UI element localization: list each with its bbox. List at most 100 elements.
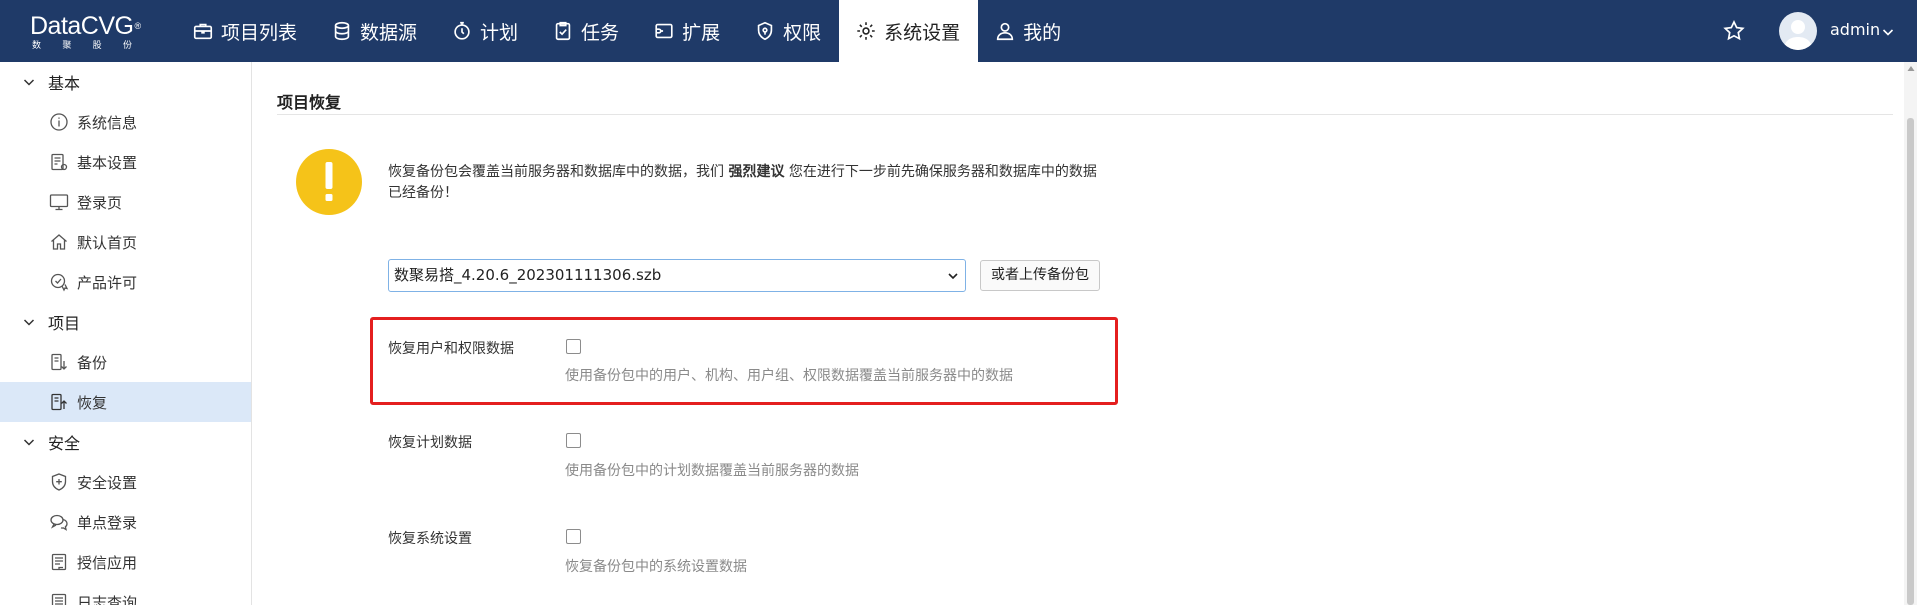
sidebar-item-label: 系统信息	[77, 113, 138, 132]
nav-item-system-settings[interactable]: 系统设置	[839, 0, 979, 62]
restore-schedule-desc: 使用备份包中的计划数据覆盖当前服务器的数据	[565, 463, 859, 479]
nav-item-projects[interactable]: 项目列表	[176, 0, 315, 62]
restore-icon	[51, 393, 67, 411]
nav-item-datasource[interactable]: 数据源	[315, 0, 435, 62]
logo-subtitle: 数聚股份	[32, 41, 132, 51]
title-divider	[277, 114, 1893, 115]
briefcase-icon	[193, 23, 213, 40]
highlight-box	[370, 317, 1118, 405]
backup-package-select[interactable]: 数聚易搭_4.20.6_202301111306.szb	[388, 259, 966, 292]
document-list-icon	[51, 553, 67, 571]
chevron-down-icon[interactable]	[1881, 25, 1895, 39]
top-navigation-bar: DataCVG® 数聚股份 项目列表 数据源 计划 任务 扩展 权限 系统设置 …	[0, 0, 1917, 62]
sidebar-item-sso[interactable]: 单点登录	[0, 502, 251, 542]
sidebar-item-default-home[interactable]: 默认首页	[0, 222, 251, 262]
backup-icon	[51, 353, 67, 371]
warning-emphasis: 强烈建议	[728, 164, 785, 180]
nav-label: 权限	[783, 21, 822, 44]
restore-schedule-label: 恢复计划数据	[388, 435, 472, 451]
restore-users-permissions-checkbox[interactable]	[566, 339, 581, 354]
sidebar-section-basic[interactable]: 基本	[0, 62, 251, 102]
logo-text: DataCVG®	[30, 12, 141, 40]
nav-label: 项目列表	[221, 21, 298, 44]
sidebar-item-security-settings[interactable]: 安全设置	[0, 462, 251, 502]
clipboard-check-icon	[555, 21, 571, 41]
stopwatch-icon	[454, 21, 470, 40]
restore-system-settings-checkbox[interactable]	[566, 529, 581, 544]
sidebar-item-product-license[interactable]: 产品许可	[0, 262, 251, 302]
restore-system-settings-label: 恢复系统设置	[388, 531, 472, 547]
chat-bubbles-icon	[50, 514, 68, 531]
sidebar-item-system-info[interactable]: 系统信息	[0, 102, 251, 142]
star-icon[interactable]	[1722, 19, 1746, 43]
vertical-scrollbar[interactable]	[1904, 62, 1917, 605]
scroll-up-arrow-icon[interactable]	[1907, 65, 1915, 73]
sidebar-item-backup[interactable]: 备份	[0, 342, 251, 382]
nav-label: 我的	[1023, 21, 1062, 44]
sidebar-section-label: 基本	[48, 74, 81, 93]
sidebar-item-label: 基本设置	[77, 153, 138, 172]
sidebar-item-restore[interactable]: 恢复	[0, 382, 251, 422]
sidebar-item-log-query[interactable]: 日志查询	[0, 582, 251, 605]
nav-label: 系统设置	[884, 21, 961, 44]
page-title: 项目恢复	[277, 93, 342, 112]
settings-sheet-icon	[51, 153, 68, 171]
database-icon	[334, 21, 350, 41]
chevron-down-icon	[23, 439, 35, 446]
sidebar-section-security[interactable]: 安全	[0, 422, 251, 462]
nav-item-tasks[interactable]: 任务	[536, 0, 637, 62]
sidebar-item-login-page[interactable]: 登录页	[0, 182, 251, 222]
sidebar-item-label: 安全设置	[77, 473, 138, 492]
nav-item-permission[interactable]: 权限	[738, 0, 839, 62]
user-icon	[996, 22, 1014, 41]
avatar[interactable]	[1779, 12, 1817, 50]
chevron-down-icon	[23, 319, 35, 326]
sidebar-item-label: 默认首页	[77, 233, 138, 252]
extension-icon	[655, 23, 673, 39]
datacvg-logo[interactable]: DataCVG® 数聚股份	[30, 13, 146, 53]
info-circle-icon	[50, 113, 68, 131]
gear-icon	[857, 22, 875, 40]
chevron-down-icon	[23, 79, 35, 86]
user-avatar-icon	[1784, 20, 1812, 50]
sidebar-section-label: 项目	[48, 314, 81, 333]
sidebar-section-label: 安全	[48, 434, 81, 453]
sidebar-item-label: 授信应用	[77, 553, 138, 572]
chevron-down-icon	[948, 273, 958, 280]
license-icon	[50, 273, 69, 292]
warning-exclamation-icon	[296, 149, 362, 215]
nav-label: 数据源	[360, 21, 418, 44]
sidebar-section-project[interactable]: 项目	[0, 302, 251, 342]
sidebar: 基本 系统信息 基本设置 登录页 默认首页 产品许可 项目 备份 恢复 安全 安…	[0, 62, 252, 605]
nav-label: 任务	[581, 21, 620, 44]
nav-item-schedule[interactable]: 计划	[435, 0, 536, 62]
sidebar-item-trusted-apps[interactable]: 授信应用	[0, 542, 251, 582]
main-content: 项目恢复 恢复备份包会覆盖当前服务器和数据库中的数据，我们 强烈建议 您在进行下…	[253, 62, 1917, 605]
sidebar-item-label: 产品许可	[77, 273, 138, 292]
sidebar-item-label: 日志查询	[77, 593, 138, 605]
nav-label: 计划	[480, 21, 519, 44]
log-icon	[51, 593, 67, 605]
sidebar-item-basic-settings[interactable]: 基本设置	[0, 142, 251, 182]
sidebar-item-label: 备份	[77, 353, 108, 372]
nav-label: 扩展	[682, 21, 721, 44]
sidebar-item-label: 恢复	[77, 393, 108, 412]
restore-users-permissions-desc: 使用备份包中的用户、机构、用户组、权限数据覆盖当前服务器中的数据	[565, 368, 1013, 384]
monitor-icon	[49, 194, 69, 211]
home-icon	[51, 234, 67, 250]
scrollbar-thumb[interactable]	[1907, 118, 1914, 605]
restore-users-permissions-label: 恢复用户和权限数据	[388, 341, 514, 357]
shield-icon	[757, 21, 773, 41]
restore-schedule-checkbox[interactable]	[566, 433, 581, 448]
username[interactable]: admin	[1830, 20, 1880, 39]
shield-plus-icon	[51, 473, 67, 491]
sidebar-item-label: 单点登录	[77, 513, 138, 532]
nav-item-extension[interactable]: 扩展	[637, 0, 738, 62]
upload-backup-button[interactable]: 或者上传备份包	[980, 260, 1100, 291]
main-nav: 项目列表 数据源 计划 任务 扩展 权限 系统设置 我的	[176, 0, 1079, 62]
nav-item-mine[interactable]: 我的	[978, 0, 1079, 62]
sidebar-item-label: 登录页	[77, 193, 123, 212]
backup-package-selected-value: 数聚易搭_4.20.6_202301111306.szb	[394, 266, 662, 284]
warning-message: 恢复备份包会覆盖当前服务器和数据库中的数据，我们 强烈建议 您在进行下一步前先确…	[388, 164, 1097, 201]
restore-system-settings-desc: 恢复备份包中的系统设置数据	[565, 559, 747, 575]
